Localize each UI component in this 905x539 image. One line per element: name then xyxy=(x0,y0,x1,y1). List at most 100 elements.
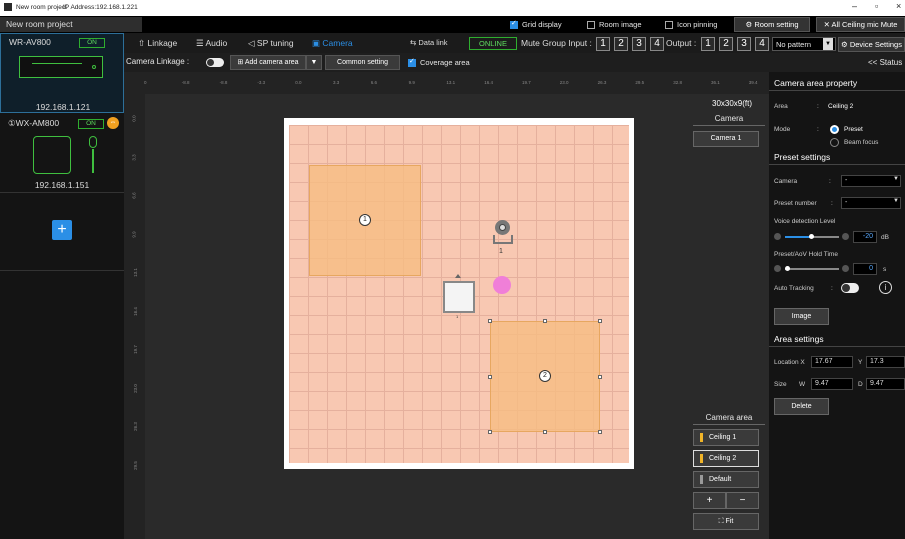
decrease-icon[interactable] xyxy=(774,233,781,240)
increase-icon[interactable] xyxy=(842,233,849,240)
app-icon xyxy=(4,3,12,11)
area-color-swatch xyxy=(700,453,703,463)
size-d-input[interactable]: 9.47 xyxy=(866,378,905,390)
area-item-ceiling-1[interactable]: Ceiling 1 xyxy=(693,429,759,446)
device-card-wx-am800[interactable]: ①WX-AM800 ON ⇔ 192.168.1.151 xyxy=(0,115,124,193)
hold-time-slider[interactable] xyxy=(785,266,839,271)
coverage-area-checkbox[interactable] xyxy=(408,57,416,68)
icon-pinning-checkbox[interactable] xyxy=(665,21,673,30)
area-number-badge: 1 xyxy=(359,214,371,226)
room-image-checkbox[interactable] xyxy=(587,21,595,30)
ruler-tick-label: 9.9 xyxy=(408,80,415,85)
camera-linkage-toggle[interactable] xyxy=(206,58,224,67)
area-item-ceiling-2[interactable]: Ceiling 2 xyxy=(693,450,759,467)
all-ceiling-mute-button[interactable]: ✕ All Ceiling mic Mute xyxy=(816,17,905,32)
close-button[interactable]: × xyxy=(896,1,901,11)
device-card-wr-av800[interactable]: WR-AV800 ON 192.168.1.121 xyxy=(0,33,124,113)
add-camera-area-button[interactable]: ⊞ Add camera area xyxy=(230,55,306,70)
fit-button[interactable]: ⛶ Fit xyxy=(693,513,759,530)
restore-button[interactable]: ▫ xyxy=(875,1,878,11)
minimize-button[interactable]: – xyxy=(852,1,857,11)
coverage-area-label: Coverage area xyxy=(420,58,470,67)
common-setting-button[interactable]: Common setting xyxy=(325,55,400,70)
ruler-tick-label: 29.5 xyxy=(132,460,138,470)
hold-time-input[interactable]: 0 xyxy=(853,263,877,275)
resize-handle[interactable] xyxy=(488,430,492,434)
mute-input-4[interactable]: 4 xyxy=(650,37,664,51)
area-value: Ceiling 2 xyxy=(828,103,854,110)
area-item-label: Ceiling 1 xyxy=(709,434,737,441)
device-name: WR-AV800 xyxy=(9,37,51,47)
area-item-default[interactable]: Default xyxy=(693,471,759,488)
room-image-toggle[interactable]: Room image xyxy=(587,20,642,30)
mode-beam-radio[interactable] xyxy=(830,138,839,147)
output-2[interactable]: 2 xyxy=(719,37,733,51)
project-name-input[interactable]: New room project xyxy=(0,17,142,32)
ceiling-mic-icon[interactable] xyxy=(443,281,475,313)
ruler-tick-label: 9.9 xyxy=(131,230,137,238)
location-y-input[interactable]: 17.3 xyxy=(866,356,905,368)
grid-display-toggle[interactable]: Grid display xyxy=(510,19,562,30)
resize-handle[interactable] xyxy=(543,319,547,323)
decrease-icon[interactable] xyxy=(774,265,781,272)
location-x-input[interactable]: 17.67 xyxy=(811,356,853,368)
image-button[interactable]: Image xyxy=(774,308,829,325)
area-item-label: Ceiling 2 xyxy=(709,455,737,462)
add-camera-area-dropdown[interactable]: ▼ xyxy=(306,55,322,70)
size-w-input[interactable]: 9.47 xyxy=(811,378,853,390)
icon-pinning-toggle[interactable]: Icon pinning xyxy=(665,20,717,30)
info-icon[interactable]: i xyxy=(879,281,892,294)
room-setting-button[interactable]: ⚙ Room setting xyxy=(734,17,810,32)
link-icon[interactable]: ⇔ xyxy=(107,117,119,129)
voice-level-input[interactable]: -20 xyxy=(853,231,877,243)
ruler-tick-label: 16.4 xyxy=(484,80,493,85)
delete-button[interactable]: Delete xyxy=(774,398,829,415)
output-4[interactable]: 4 xyxy=(755,37,769,51)
camera-select[interactable]: - ▼ xyxy=(841,175,901,187)
increase-icon[interactable] xyxy=(842,265,849,272)
ruler-tick-label: 19.7 xyxy=(522,80,531,85)
tab-audio-label: Audio xyxy=(205,38,228,48)
mute-group-label: Mute Group Input : xyxy=(521,38,592,48)
ruler-tick-label: 0.0 xyxy=(131,115,137,122)
device-settings-button[interactable]: ⚙ Device Settings xyxy=(838,37,905,52)
camera-device-icon[interactable] xyxy=(492,220,514,246)
output-3[interactable]: 3 xyxy=(737,37,751,51)
resize-handle[interactable] xyxy=(598,319,602,323)
mute-input-1[interactable]: 1 xyxy=(596,37,610,51)
output-1[interactable]: 1 xyxy=(701,37,715,51)
tab-linkage-label: Linkage xyxy=(147,38,178,48)
resize-handle[interactable] xyxy=(543,430,547,434)
pattern-select[interactable]: No pattern ▼ xyxy=(772,37,836,51)
mute-input-2[interactable]: 2 xyxy=(614,37,628,51)
camera-1-button[interactable]: Camera 1 xyxy=(693,131,759,147)
resize-handle[interactable] xyxy=(488,319,492,323)
status-badge: ON xyxy=(79,38,105,48)
remove-area-button[interactable]: − xyxy=(726,492,759,509)
resize-handle[interactable] xyxy=(488,375,492,379)
camera-select-value: - xyxy=(845,177,848,184)
auto-tracking-toggle[interactable] xyxy=(841,283,859,293)
tab-camera-label: Camera xyxy=(322,38,353,48)
resize-handle[interactable] xyxy=(598,375,602,379)
add-area-button[interactable]: + xyxy=(693,492,726,509)
add-device-button[interactable]: + xyxy=(52,220,72,240)
coverage-area-toggle[interactable]: Coverage area xyxy=(408,57,470,68)
resize-handle[interactable] xyxy=(598,430,602,434)
tab-sp-tuning-label: SP tuning xyxy=(256,38,294,48)
data-link-button[interactable]: ⇆ Data link xyxy=(410,38,448,47)
voice-level-slider[interactable] xyxy=(785,234,839,239)
camera-number-label: 1 xyxy=(499,248,503,255)
gear-icon: ⚙ xyxy=(841,40,850,49)
ruler-tick-label: 19.7 xyxy=(132,345,138,354)
ruler-tick-label: 26.3 xyxy=(132,422,138,431)
mode-preset-radio[interactable] xyxy=(830,125,839,134)
preset-number-select[interactable]: - ▼ xyxy=(841,197,901,209)
tab-sp-tuning[interactable]: ◁ SP tuning xyxy=(248,38,294,49)
tab-linkage[interactable]: ⇧ Linkage xyxy=(138,38,177,49)
tab-camera[interactable]: ▣ Camera xyxy=(312,38,353,49)
status-toggle-button[interactable]: << Status xyxy=(868,58,902,67)
mute-input-3[interactable]: 3 xyxy=(632,37,646,51)
grid-display-checkbox[interactable] xyxy=(510,19,518,30)
tab-audio[interactable]: ☰ Audio xyxy=(196,38,227,49)
